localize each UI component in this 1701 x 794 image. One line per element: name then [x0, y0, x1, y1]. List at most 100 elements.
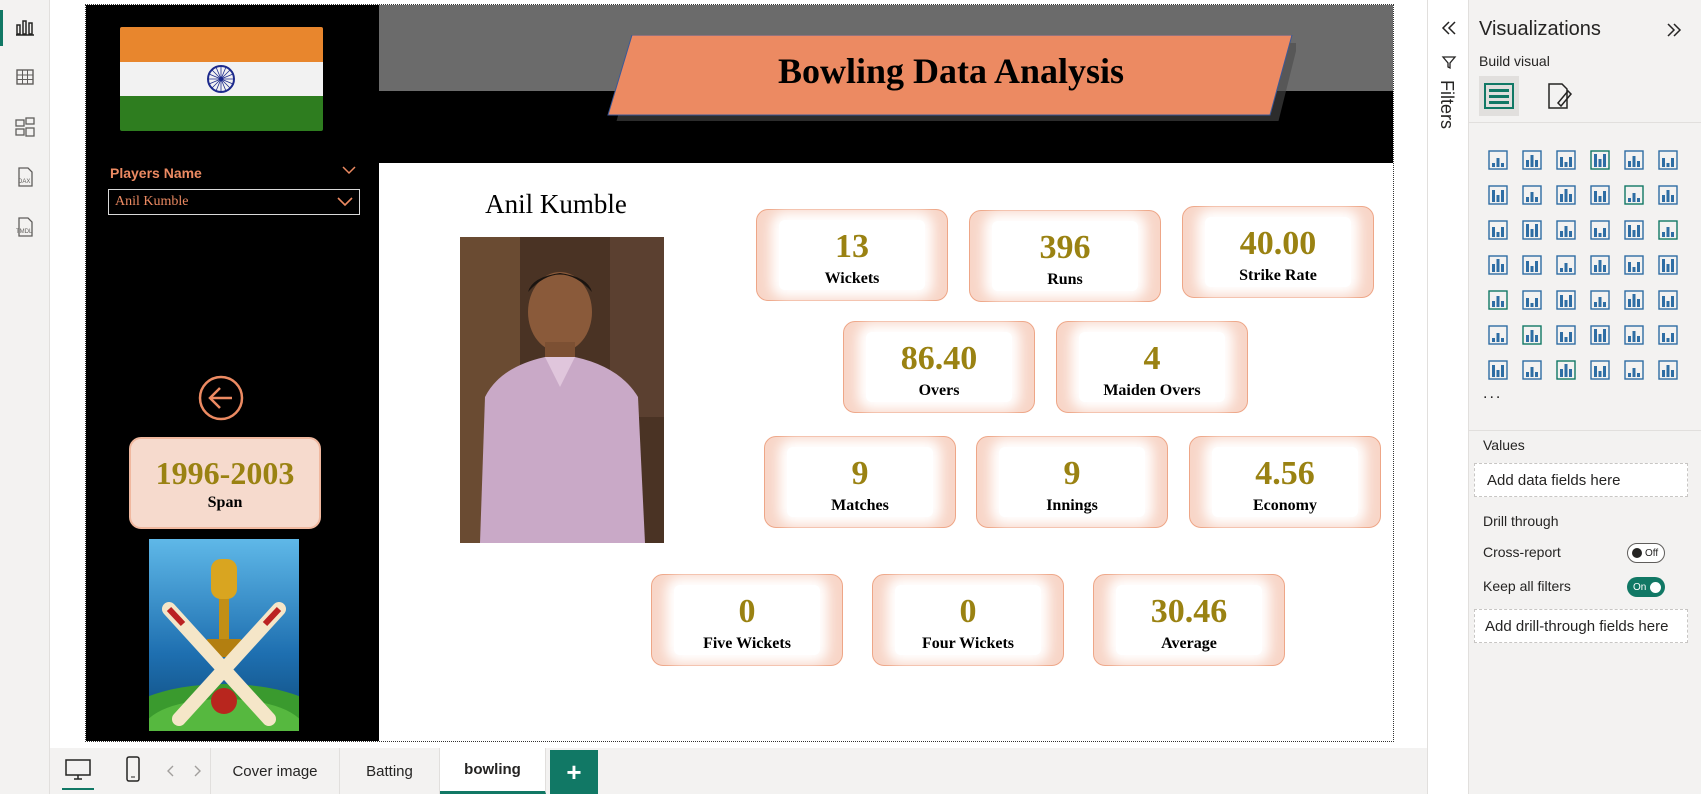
kpi-value: 396: [1039, 229, 1091, 266]
kpi-label: Runs: [1047, 271, 1083, 288]
desktop-view-icon[interactable]: [64, 758, 92, 782]
map-icon[interactable]: [1515, 247, 1549, 282]
report-view-icon[interactable]: [8, 10, 42, 44]
funnel-icon[interactable]: [1549, 212, 1583, 247]
tab-cover-image[interactable]: Cover image: [210, 748, 340, 794]
tmdl-view-icon[interactable]: TMDL: [8, 210, 42, 244]
player-name: Anil Kumble: [485, 189, 627, 219]
divider: [1469, 122, 1701, 123]
table-icon[interactable]: [1583, 282, 1617, 317]
slicer-icon[interactable]: [1549, 282, 1583, 317]
paginated-report-icon[interactable]: [1481, 352, 1515, 387]
line-column-icon[interactable]: [1617, 177, 1651, 212]
tab-batting[interactable]: Batting: [340, 748, 440, 794]
more-visuals-ellipsis[interactable]: ...: [1483, 385, 1502, 403]
table-view-icon[interactable]: [8, 60, 42, 94]
kpi-slicer-icon[interactable]: [1583, 352, 1617, 387]
stacked-area-icon[interactable]: [1549, 177, 1583, 212]
r-visual-icon[interactable]: [1651, 282, 1685, 317]
100-column-icon[interactable]: [1651, 142, 1685, 177]
power-automate-icon[interactable]: [1549, 352, 1583, 387]
drill-through-well[interactable]: Add drill-through fields here: [1474, 609, 1688, 643]
treemap-icon[interactable]: [1481, 247, 1515, 282]
svg-text:DAX: DAX: [18, 179, 30, 185]
power-bi-app: DAX TMDL Players Name Anil Kumble 1996-2…: [0, 0, 1701, 794]
kpi-label: Overs: [918, 382, 960, 399]
filters-label[interactable]: Filters: [1436, 80, 1457, 129]
clustered-column-icon[interactable]: [1583, 142, 1617, 177]
visual-fields-icon: [1484, 83, 1514, 109]
scatter-icon[interactable]: [1583, 212, 1617, 247]
kpi-icon[interactable]: [1515, 282, 1549, 317]
goals-icon[interactable]: [1651, 317, 1685, 352]
mobile-view-icon[interactable]: [125, 756, 141, 782]
india-flag-image: [120, 27, 323, 131]
kpi-value: 13: [835, 228, 869, 265]
build-visual-tab[interactable]: [1479, 76, 1519, 116]
power-query-icon[interactable]: [1617, 352, 1651, 387]
python-visual-icon[interactable]: [1481, 317, 1515, 352]
kpi-label: Strike Rate: [1239, 267, 1317, 284]
add-page-button[interactable]: +: [550, 750, 598, 794]
kpi-card-runs: 396 Runs: [969, 210, 1161, 302]
stacked-column-icon[interactable]: [1515, 142, 1549, 177]
player-slicer-dropdown[interactable]: Anil Kumble: [108, 189, 360, 215]
clustered-bar-icon[interactable]: [1549, 142, 1583, 177]
waterfall-icon[interactable]: [1481, 212, 1515, 247]
span-label: Span: [207, 493, 243, 511]
donut-chart-icon[interactable]: [1651, 212, 1685, 247]
keep-all-filters-label: Keep all filters: [1483, 578, 1571, 594]
azure-map-icon[interactable]: [1583, 247, 1617, 282]
cross-report-label: Cross-report: [1483, 544, 1561, 560]
multi-row-card-icon[interactable]: [1481, 282, 1515, 317]
tab-bowling[interactable]: bowling: [440, 748, 546, 794]
kpi-label: Matches: [831, 497, 889, 514]
visual-types-grid: [1481, 142, 1685, 387]
kpi-card-overs: 86.40 Overs: [843, 321, 1035, 413]
dax-query-icon[interactable]: DAX: [8, 160, 42, 194]
report-page[interactable]: Players Name Anil Kumble 1996-2003 Span: [85, 4, 1394, 742]
card-icon[interactable]: [1651, 247, 1685, 282]
model-view-icon[interactable]: [8, 110, 42, 144]
kpi-card-matches: 9 Matches: [764, 436, 956, 528]
line-chart-icon[interactable]: [1481, 177, 1515, 212]
chevron-down-icon[interactable]: [342, 165, 356, 175]
filled-map-icon[interactable]: [1549, 247, 1583, 282]
key-influencers-icon[interactable]: [1515, 317, 1549, 352]
active-view-indicator: [0, 10, 3, 46]
area-chart-icon[interactable]: [1515, 177, 1549, 212]
more-visual-icon[interactable]: [1651, 352, 1685, 387]
scroll-left-icon[interactable]: [166, 765, 176, 777]
qa-icon[interactable]: [1583, 317, 1617, 352]
matrix-icon[interactable]: [1617, 282, 1651, 317]
view-rail: DAX TMDL: [0, 0, 50, 794]
kpi-label: Four Wickets: [921, 635, 1014, 652]
kpi-value: 0: [738, 593, 756, 630]
ribbon-chart-icon[interactable]: [1583, 177, 1617, 212]
funnel-chart-icon[interactable]: [1515, 212, 1549, 247]
page-tabs-bar: Cover image Batting bowling +: [50, 748, 1427, 794]
pie-chart-icon[interactable]: [1617, 212, 1651, 247]
narrative-icon[interactable]: [1617, 317, 1651, 352]
back-arrow-icon[interactable]: [198, 375, 244, 421]
kpi-label: Innings: [1046, 497, 1098, 514]
expand-right-icon[interactable]: [1665, 22, 1683, 38]
format-visual-tab[interactable]: [1539, 76, 1579, 116]
svg-text:TMDL: TMDL: [16, 229, 33, 235]
power-apps-icon[interactable]: [1515, 352, 1549, 387]
ashoka-chakra-icon: [207, 64, 235, 93]
stacked-bar-icon[interactable]: [1481, 142, 1515, 177]
line-clustered-icon[interactable]: [1651, 177, 1685, 212]
span-value: 1996-2003: [155, 454, 295, 491]
cross-report-toggle[interactable]: Off: [1627, 543, 1665, 563]
gauge-icon[interactable]: [1617, 247, 1651, 282]
decomposition-tree-icon[interactable]: [1549, 317, 1583, 352]
keep-all-filters-toggle[interactable]: On: [1627, 577, 1665, 597]
values-well[interactable]: Add data fields here: [1474, 463, 1688, 497]
kpi-value: 4: [1143, 340, 1161, 377]
scroll-right-icon[interactable]: [192, 765, 202, 777]
visualizations-title: Visualizations: [1479, 18, 1601, 40]
100-bar-icon[interactable]: [1617, 142, 1651, 177]
collapse-left-icon[interactable]: [1440, 20, 1458, 36]
toggle-state: On: [1633, 581, 1647, 593]
